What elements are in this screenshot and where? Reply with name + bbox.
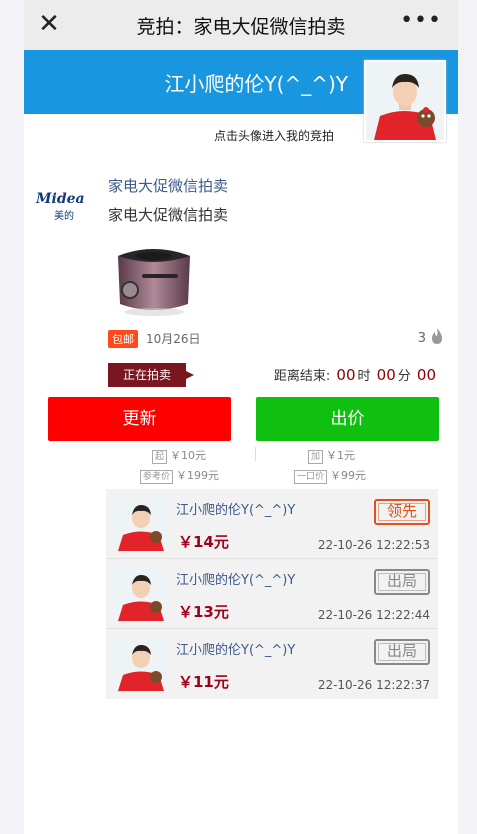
reference-price: 参考价 ￥199元: [140, 467, 219, 484]
reference-tag: 参考价: [140, 470, 174, 484]
leading-stamp: 领先: [374, 499, 430, 525]
bidder-name: 江小爬的伦Y(^_^)Y: [176, 573, 296, 588]
countdown: 距离结束: 00 时 00 分 00: [274, 365, 438, 384]
hours-unit: 时: [357, 369, 371, 384]
divider: [255, 447, 256, 461]
rice-cooker-image[interactable]: [108, 234, 198, 320]
heat-count-value: 3: [417, 331, 426, 346]
start-price: 起 ￥10元: [152, 447, 206, 464]
bid-row: 江小爬的伦Y(^_^)Y ￥11元 22-10-26 12:22:37 出局: [106, 629, 438, 699]
bid-list: 江小爬的伦Y(^_^)Y ￥14元 22-10-26 12:22:53 领先 江…: [106, 489, 438, 699]
buyout-price: 一口价 ￥99元: [294, 467, 366, 484]
refresh-button[interactable]: 更新: [48, 397, 231, 441]
countdown-minutes: 00: [376, 366, 396, 384]
app-screen: ✕ 竞拍：家电大促微信拍卖 ••• 江小爬的伦Y(^_^)Y 点击头像进入我的竞…: [24, 0, 458, 834]
increment: 加 ￥1元: [308, 447, 355, 464]
seller-name[interactable]: 家电大促微信拍卖: [108, 175, 228, 196]
flame-icon: [430, 328, 444, 348]
start-tag: 起: [152, 450, 168, 464]
buyout-value: ￥99元: [330, 469, 367, 482]
increment-tag: 加: [308, 450, 324, 464]
close-icon[interactable]: ✕: [36, 10, 62, 38]
bid-row: 江小爬的伦Y(^_^)Y ￥14元 22-10-26 12:22:53 领先: [106, 489, 438, 559]
auction-date: 10月26日: [146, 332, 201, 346]
bidder-name: 江小爬的伦Y(^_^)Y: [176, 503, 296, 518]
free-shipping-badge: 包邮: [108, 330, 138, 348]
midea-logo: Midea 美的: [36, 188, 96, 222]
bid-price: ￥13元: [178, 603, 229, 621]
buyout-tag: 一口价: [294, 470, 328, 484]
start-value: ￥10元: [170, 449, 207, 462]
heat-count: 3: [418, 328, 444, 348]
my-bids-hint: 点击头像进入我的竞拍: [214, 129, 335, 143]
user-name: 江小爬的伦Y(^_^)Y: [164, 72, 348, 96]
brand-logo-en: Midea: [36, 191, 85, 207]
bid-price: ￥14元: [178, 533, 229, 551]
bid-row: 江小爬的伦Y(^_^)Y ￥13元 22-10-26 12:22:44 出局: [106, 559, 438, 629]
minutes-unit: 分: [397, 369, 411, 384]
countdown-hours: 00: [336, 366, 356, 384]
user-avatar[interactable]: [364, 60, 446, 142]
bidder-avatar[interactable]: [114, 637, 168, 691]
bidder-name: 江小爬的伦Y(^_^)Y: [176, 643, 296, 658]
countdown-seconds: 00: [416, 366, 436, 384]
out-stamp: 出局: [374, 639, 430, 665]
item-title: 家电大促微信拍卖: [108, 206, 229, 224]
brand-logo-cn: 美的: [54, 211, 74, 222]
bid-button[interactable]: 出价: [256, 397, 439, 441]
auction-status: 正在拍卖: [108, 363, 194, 387]
bidder-avatar[interactable]: [114, 497, 168, 551]
bid-time: 22-10-26 12:22:44: [317, 608, 430, 622]
more-icon[interactable]: •••: [400, 8, 442, 33]
bid-time: 22-10-26 12:22:37: [317, 678, 430, 692]
bid-price: ￥11元: [178, 673, 229, 691]
countdown-label: 距离结束:: [273, 369, 331, 384]
title-bar: ✕ 竞拍：家电大促微信拍卖 •••: [24, 0, 458, 50]
page-title: 竞拍：家电大促微信拍卖: [136, 16, 346, 38]
bid-time: 22-10-26 12:22:53: [317, 538, 430, 552]
increment-value: ￥1元: [326, 449, 356, 462]
out-stamp: 出局: [374, 569, 430, 595]
bidder-avatar[interactable]: [114, 567, 168, 621]
reference-value: ￥199元: [176, 469, 220, 482]
